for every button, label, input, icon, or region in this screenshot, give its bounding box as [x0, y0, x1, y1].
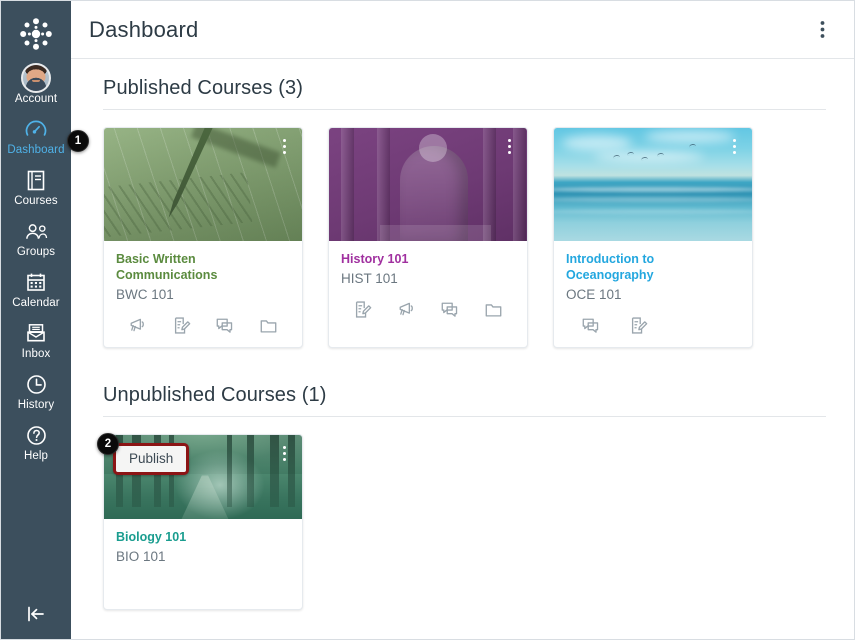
course-card-options-button[interactable] [725, 135, 743, 157]
course-card-code: HIST 101 [341, 271, 398, 286]
course-card-title-link[interactable]: Basic Written Communications [116, 251, 290, 283]
course-card-options-button[interactable] [275, 442, 293, 464]
course-card-banner[interactable] [554, 128, 752, 241]
main-content-area: Dashboard Published Courses (3) Basic Wr… [71, 1, 854, 639]
discussions-button[interactable] [566, 316, 614, 335]
ocean-horizon-photo [554, 128, 752, 241]
help-question-icon [26, 423, 47, 447]
assignments-paper-pencil-icon [174, 317, 191, 334]
sidebar-item-label: Inbox [21, 348, 51, 360]
course-card-title-link[interactable]: Biology 101 [116, 529, 290, 545]
course-card-banner[interactable]: Publish [104, 435, 302, 519]
files-folder-icon [260, 320, 277, 333]
sidebar-item-label: Groups [16, 246, 56, 258]
assignments-button[interactable] [341, 300, 385, 319]
sidebar-item-label: History [17, 399, 55, 411]
course-card-options-button[interactable] [275, 135, 293, 157]
callout-badge-2: 2 [97, 433, 119, 455]
announcements-megaphone-icon [399, 302, 413, 316]
course-card-body: Introduction to Oceanography OCE 101 [554, 241, 752, 303]
lincoln-memorial-photo [329, 128, 527, 241]
sidebar-item-calendar[interactable]: Calendar [1, 264, 71, 315]
dashboard-content: Published Courses (3) Basic Written Comm… [71, 59, 854, 610]
dashboard-gauge-icon [25, 117, 47, 141]
courses-book-icon [26, 168, 46, 192]
sidebar-item-help[interactable]: Help [1, 417, 71, 468]
course-card-title-link[interactable]: Introduction to Oceanography [566, 251, 740, 283]
sidebar-item-label: Calendar [12, 297, 60, 309]
announcements-megaphone-icon [130, 318, 145, 332]
unpublished-courses-heading: Unpublished Courses (1) [103, 384, 327, 406]
sidebar-item-account[interactable]: Account [1, 57, 71, 111]
publish-button[interactable]: Publish [113, 443, 190, 475]
course-card-body: Biology 101 BIO 101 [104, 519, 302, 565]
avatar [21, 63, 51, 93]
global-navigation-sidebar: Account Dashboard Courses Groups Calenda… [1, 1, 71, 639]
discussions-button[interactable] [203, 316, 247, 335]
course-card-bio101[interactable]: Publish Biology 101 BIO 101 [103, 434, 303, 610]
course-card-bwc101[interactable]: Basic Written Communications BWC 101 [103, 127, 303, 348]
page-title: Dashboard [89, 16, 199, 42]
assignments-paper-pencil-icon [356, 301, 372, 318]
sidebar-item-label: Courses [14, 195, 58, 207]
course-card-code: OCE 101 [566, 287, 622, 302]
published-courses-heading: Published Courses (3) [103, 77, 303, 99]
sidebar-item-dashboard[interactable]: Dashboard [1, 111, 71, 162]
collapse-sidebar-button[interactable] [1, 597, 71, 631]
course-card-options-button[interactable] [500, 135, 518, 157]
files-button[interactable] [247, 316, 291, 335]
discussions-button[interactable] [428, 300, 472, 319]
sidebar-item-label: Account [14, 93, 58, 105]
assignments-button[interactable] [614, 316, 662, 335]
history-clock-icon [26, 372, 47, 396]
course-card-code: BIO 101 [116, 549, 166, 564]
files-button[interactable] [472, 300, 516, 319]
inbox-envelope-icon [26, 321, 46, 345]
canvas-logo-icon[interactable] [13, 11, 59, 57]
writing-pen-photo [104, 128, 302, 241]
section-divider [103, 109, 826, 110]
published-courses-list: Basic Written Communications BWC 101 His… [103, 127, 826, 348]
section-divider [103, 416, 826, 417]
assignments-paper-pencil-icon [631, 317, 647, 334]
files-folder-icon [485, 304, 502, 317]
sidebar-item-history[interactable]: History [1, 366, 71, 417]
page-header: Dashboard [71, 1, 854, 59]
canvas-dashboard-window: Account Dashboard Courses Groups Calenda… [0, 0, 855, 640]
course-card-body: History 101 HIST 101 [329, 241, 527, 287]
collapse-left-arrow-icon [23, 604, 49, 624]
course-card-code: BWC 101 [116, 287, 174, 302]
calendar-icon [26, 270, 46, 294]
discussions-speech-bubble-icon [582, 318, 598, 333]
sidebar-item-inbox[interactable]: Inbox [1, 315, 71, 366]
course-card-hist101[interactable]: History 101 HIST 101 [328, 127, 528, 348]
course-card-title-link[interactable]: History 101 [341, 251, 515, 267]
sidebar-item-label: Dashboard [7, 144, 65, 156]
course-card-oce101[interactable]: Introduction to Oceanography OCE 101 [553, 127, 753, 348]
course-card-actions [554, 303, 752, 347]
course-card-banner[interactable] [104, 128, 302, 241]
sidebar-item-label: Help [23, 450, 49, 462]
discussions-speech-bubble-icon [441, 302, 458, 317]
assignments-button[interactable] [160, 316, 204, 335]
course-card-banner[interactable] [329, 128, 527, 241]
course-card-actions [329, 287, 527, 331]
sidebar-item-groups[interactable]: Groups [1, 213, 71, 264]
dashboard-options-button[interactable] [808, 16, 836, 44]
unpublished-courses-list: Publish Biology 101 BIO 101 [103, 434, 826, 610]
sidebar-item-courses[interactable]: Courses [1, 162, 71, 213]
discussions-speech-bubble-icon [216, 318, 233, 333]
course-card-actions [104, 565, 302, 609]
kebab-menu-icon [820, 21, 824, 38]
groups-people-icon [24, 219, 49, 243]
announcements-button[interactable] [385, 300, 429, 319]
course-card-actions [104, 303, 302, 347]
announcements-button[interactable] [116, 316, 160, 335]
callout-badge-1: 1 [67, 130, 89, 152]
course-card-body: Basic Written Communications BWC 101 [104, 241, 302, 303]
